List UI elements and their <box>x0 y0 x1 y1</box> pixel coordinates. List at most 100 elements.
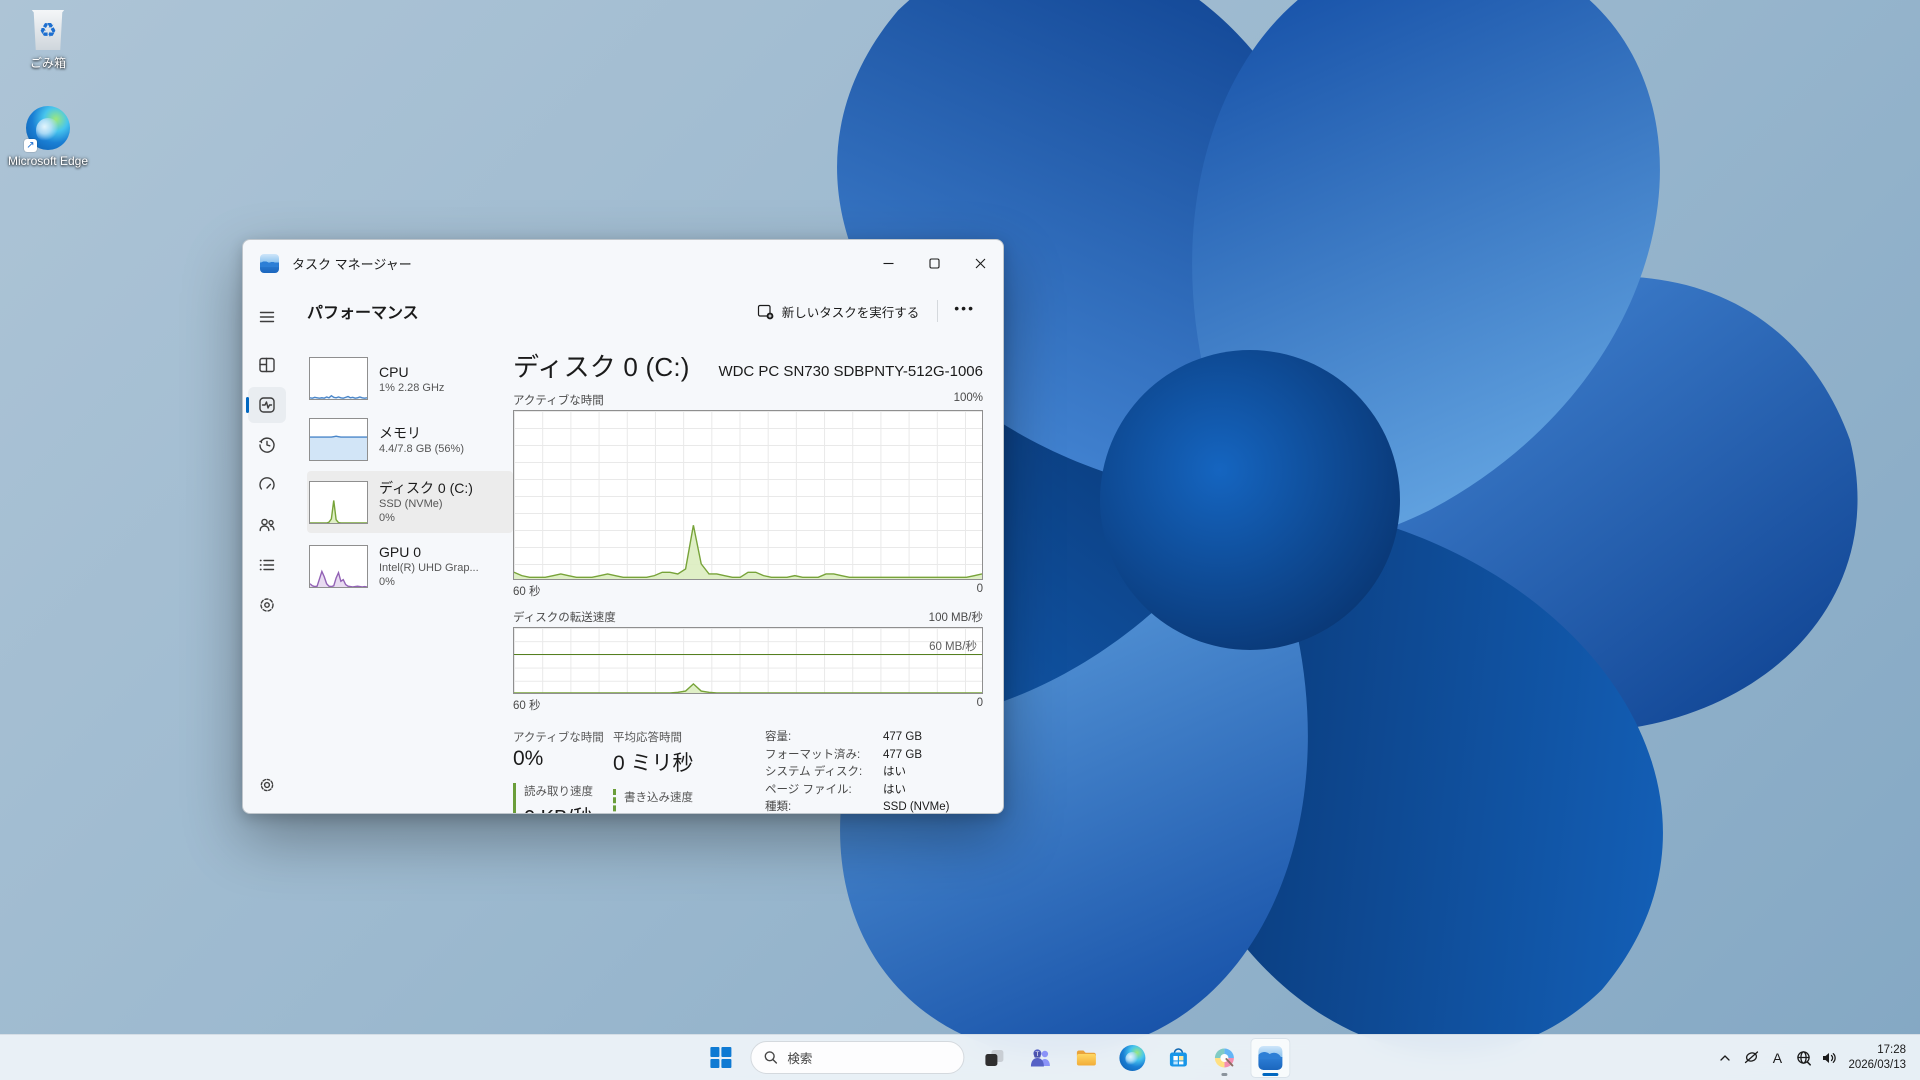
sidebar-item-app-history[interactable] <box>248 427 286 463</box>
processes-icon <box>257 355 277 375</box>
recycle-bin-icon: ♻ <box>31 10 65 50</box>
minimize-button[interactable] <box>865 240 911 287</box>
taskbar-item-teams[interactable]: T <box>1020 1038 1060 1078</box>
kv-key: 容量: <box>765 729 883 747</box>
taskbar-item-file-explorer[interactable] <box>1066 1038 1106 1078</box>
perf-item-sub: 1% 2.28 GHz <box>379 381 444 395</box>
desktop-icon-label: Microsoft Edge <box>8 154 88 168</box>
kv-value: はい <box>883 764 906 782</box>
desktop-icon-edge[interactable]: ↗ Microsoft Edge <box>3 106 93 168</box>
kv-key: フォーマット済み: <box>765 747 883 765</box>
search-icon <box>763 1050 778 1065</box>
content-header: パフォーマンス 新しいタスクを実行する ••• <box>307 287 983 335</box>
settings-gear-icon <box>257 775 277 795</box>
performance-list: CPU 1% 2.28 GHz メモリ 4.4/7.8 GB (56%) <box>307 335 513 813</box>
kv-key: 種類: <box>765 799 883 814</box>
taskbar-item-edge[interactable] <box>1112 1038 1152 1078</box>
sidebar-item-settings[interactable] <box>248 767 286 803</box>
cpu-mini-chart <box>309 357 368 400</box>
running-indicator <box>1221 1073 1227 1076</box>
chart1-x-right: 0 <box>977 583 983 599</box>
taskbar-item-store[interactable] <box>1158 1038 1198 1078</box>
start-button[interactable] <box>700 1038 740 1078</box>
tray-network[interactable] <box>1790 1040 1816 1076</box>
active-time-chart <box>513 410 983 580</box>
memory-mini-chart <box>309 418 368 461</box>
edge-icon: ↗ <box>26 106 70 150</box>
system-tray: A 17:28 2026/03/13 <box>1712 1035 1914 1080</box>
read-speed-block: 読み取り速度 0 KB/秒 <box>513 783 613 814</box>
run-new-task-label: 新しいタスクを実行する <box>782 302 920 321</box>
tray-volume[interactable] <box>1816 1040 1842 1076</box>
task-manager-icon <box>1258 1046 1282 1070</box>
perf-item-title: GPU 0 <box>379 543 479 561</box>
tray-pen-disabled[interactable] <box>1738 1040 1764 1076</box>
nav-menu-button[interactable] <box>248 299 286 335</box>
hamburger-icon <box>257 307 277 327</box>
sidebar-item-performance[interactable] <box>248 387 286 423</box>
taskbar: 検索 T <box>0 1034 1920 1080</box>
perf-item-title: ディスク 0 (C:) <box>379 479 473 497</box>
task-manager-window: タスク マネージャー <box>242 239 1004 814</box>
taskbar-item-paint[interactable] <box>1204 1038 1244 1078</box>
response-time-value: 0 ミリ秒 <box>613 747 731 777</box>
windows-logo-icon <box>710 1047 731 1068</box>
disk-properties: 容量:477 GB フォーマット済み:477 GB システム ディスク:はい ペ… <box>765 729 949 814</box>
edge-icon <box>1119 1045 1145 1071</box>
run-new-task-button[interactable]: 新しいタスクを実行する <box>747 296 930 327</box>
paint-icon <box>1212 1046 1236 1070</box>
sidebar <box>243 287 291 813</box>
perf-item-disk[interactable]: ディスク 0 (C:) SSD (NVMe) 0% <box>307 471 513 533</box>
taskbar-search[interactable]: 検索 <box>750 1041 964 1074</box>
tray-time: 17:28 <box>1848 1043 1906 1058</box>
tray-clock[interactable]: 17:28 2026/03/13 <box>1842 1043 1914 1073</box>
perf-item-sub2: 0% <box>379 575 479 589</box>
write-speed-value: 0 KB/秒 <box>624 807 731 814</box>
perf-item-title: CPU <box>379 363 444 381</box>
active-time-value: 0% <box>513 747 613 771</box>
desktop-icon-label: ごみ箱 <box>30 54 66 71</box>
sidebar-item-processes[interactable] <box>248 347 286 383</box>
tray-ime-mode[interactable]: A <box>1764 1040 1790 1076</box>
tray-show-hidden-icons[interactable] <box>1712 1040 1738 1076</box>
sidebar-item-users[interactable] <box>248 507 286 543</box>
kv-value: はい <box>883 782 906 800</box>
perf-item-gpu[interactable]: GPU 0 Intel(R) UHD Grap... 0% <box>307 535 513 597</box>
taskbar-item-task-manager[interactable] <box>1250 1038 1290 1078</box>
close-button[interactable] <box>957 240 1003 287</box>
task-view-icon <box>982 1046 1006 1070</box>
disk-title: ディスク 0 (C:) <box>513 347 690 384</box>
divider <box>937 300 938 322</box>
kv-value: 477 GB <box>883 729 922 747</box>
active-time-label: アクティブな時間 <box>513 729 613 745</box>
more-options-button[interactable]: ••• <box>946 296 983 326</box>
speaker-icon <box>1820 1049 1838 1067</box>
sidebar-item-details[interactable] <box>248 547 286 583</box>
title-bar[interactable]: タスク マネージャー <box>243 240 1003 287</box>
gauge-icon <box>257 475 277 495</box>
transfer-rate-chart: 60 MB/秒 <box>513 627 983 694</box>
chart2-label: ディスクの転送速度 <box>513 609 616 625</box>
read-speed-label: 読み取り速度 <box>524 783 613 799</box>
sidebar-item-services[interactable] <box>248 587 286 623</box>
kv-value: 477 GB <box>883 747 922 765</box>
pen-disabled-icon <box>1743 1049 1760 1066</box>
details-list-icon <box>257 555 277 575</box>
perf-item-cpu[interactable]: CPU 1% 2.28 GHz <box>307 349 513 408</box>
new-task-icon <box>757 303 774 320</box>
perf-item-sub: Intel(R) UHD Grap... <box>379 561 479 575</box>
task-view-button[interactable] <box>974 1038 1014 1078</box>
sidebar-item-startup-apps[interactable] <box>248 467 286 503</box>
perf-item-memory[interactable]: メモリ 4.4/7.8 GB (56%) <box>307 410 513 469</box>
perf-item-sub2: 0% <box>379 511 473 525</box>
search-placeholder: 検索 <box>787 1048 812 1067</box>
active-indicator <box>1262 1073 1278 1076</box>
perf-item-sub: SSD (NVMe) <box>379 497 473 511</box>
maximize-button[interactable] <box>911 240 957 287</box>
disk-mini-chart <box>309 481 368 524</box>
disk-model: WDC PC SN730 SDBPNTY-512G-1006 <box>718 363 983 380</box>
ime-a-icon: A <box>1773 1050 1782 1066</box>
history-clock-icon <box>257 435 277 455</box>
desktop-icon-recycle-bin[interactable]: ♻ ごみ箱 <box>3 10 93 71</box>
disk-stats: アクティブな時間 0% 読み取り速度 0 KB/秒 平均応答時間 0 ミリ秒 <box>513 729 983 814</box>
